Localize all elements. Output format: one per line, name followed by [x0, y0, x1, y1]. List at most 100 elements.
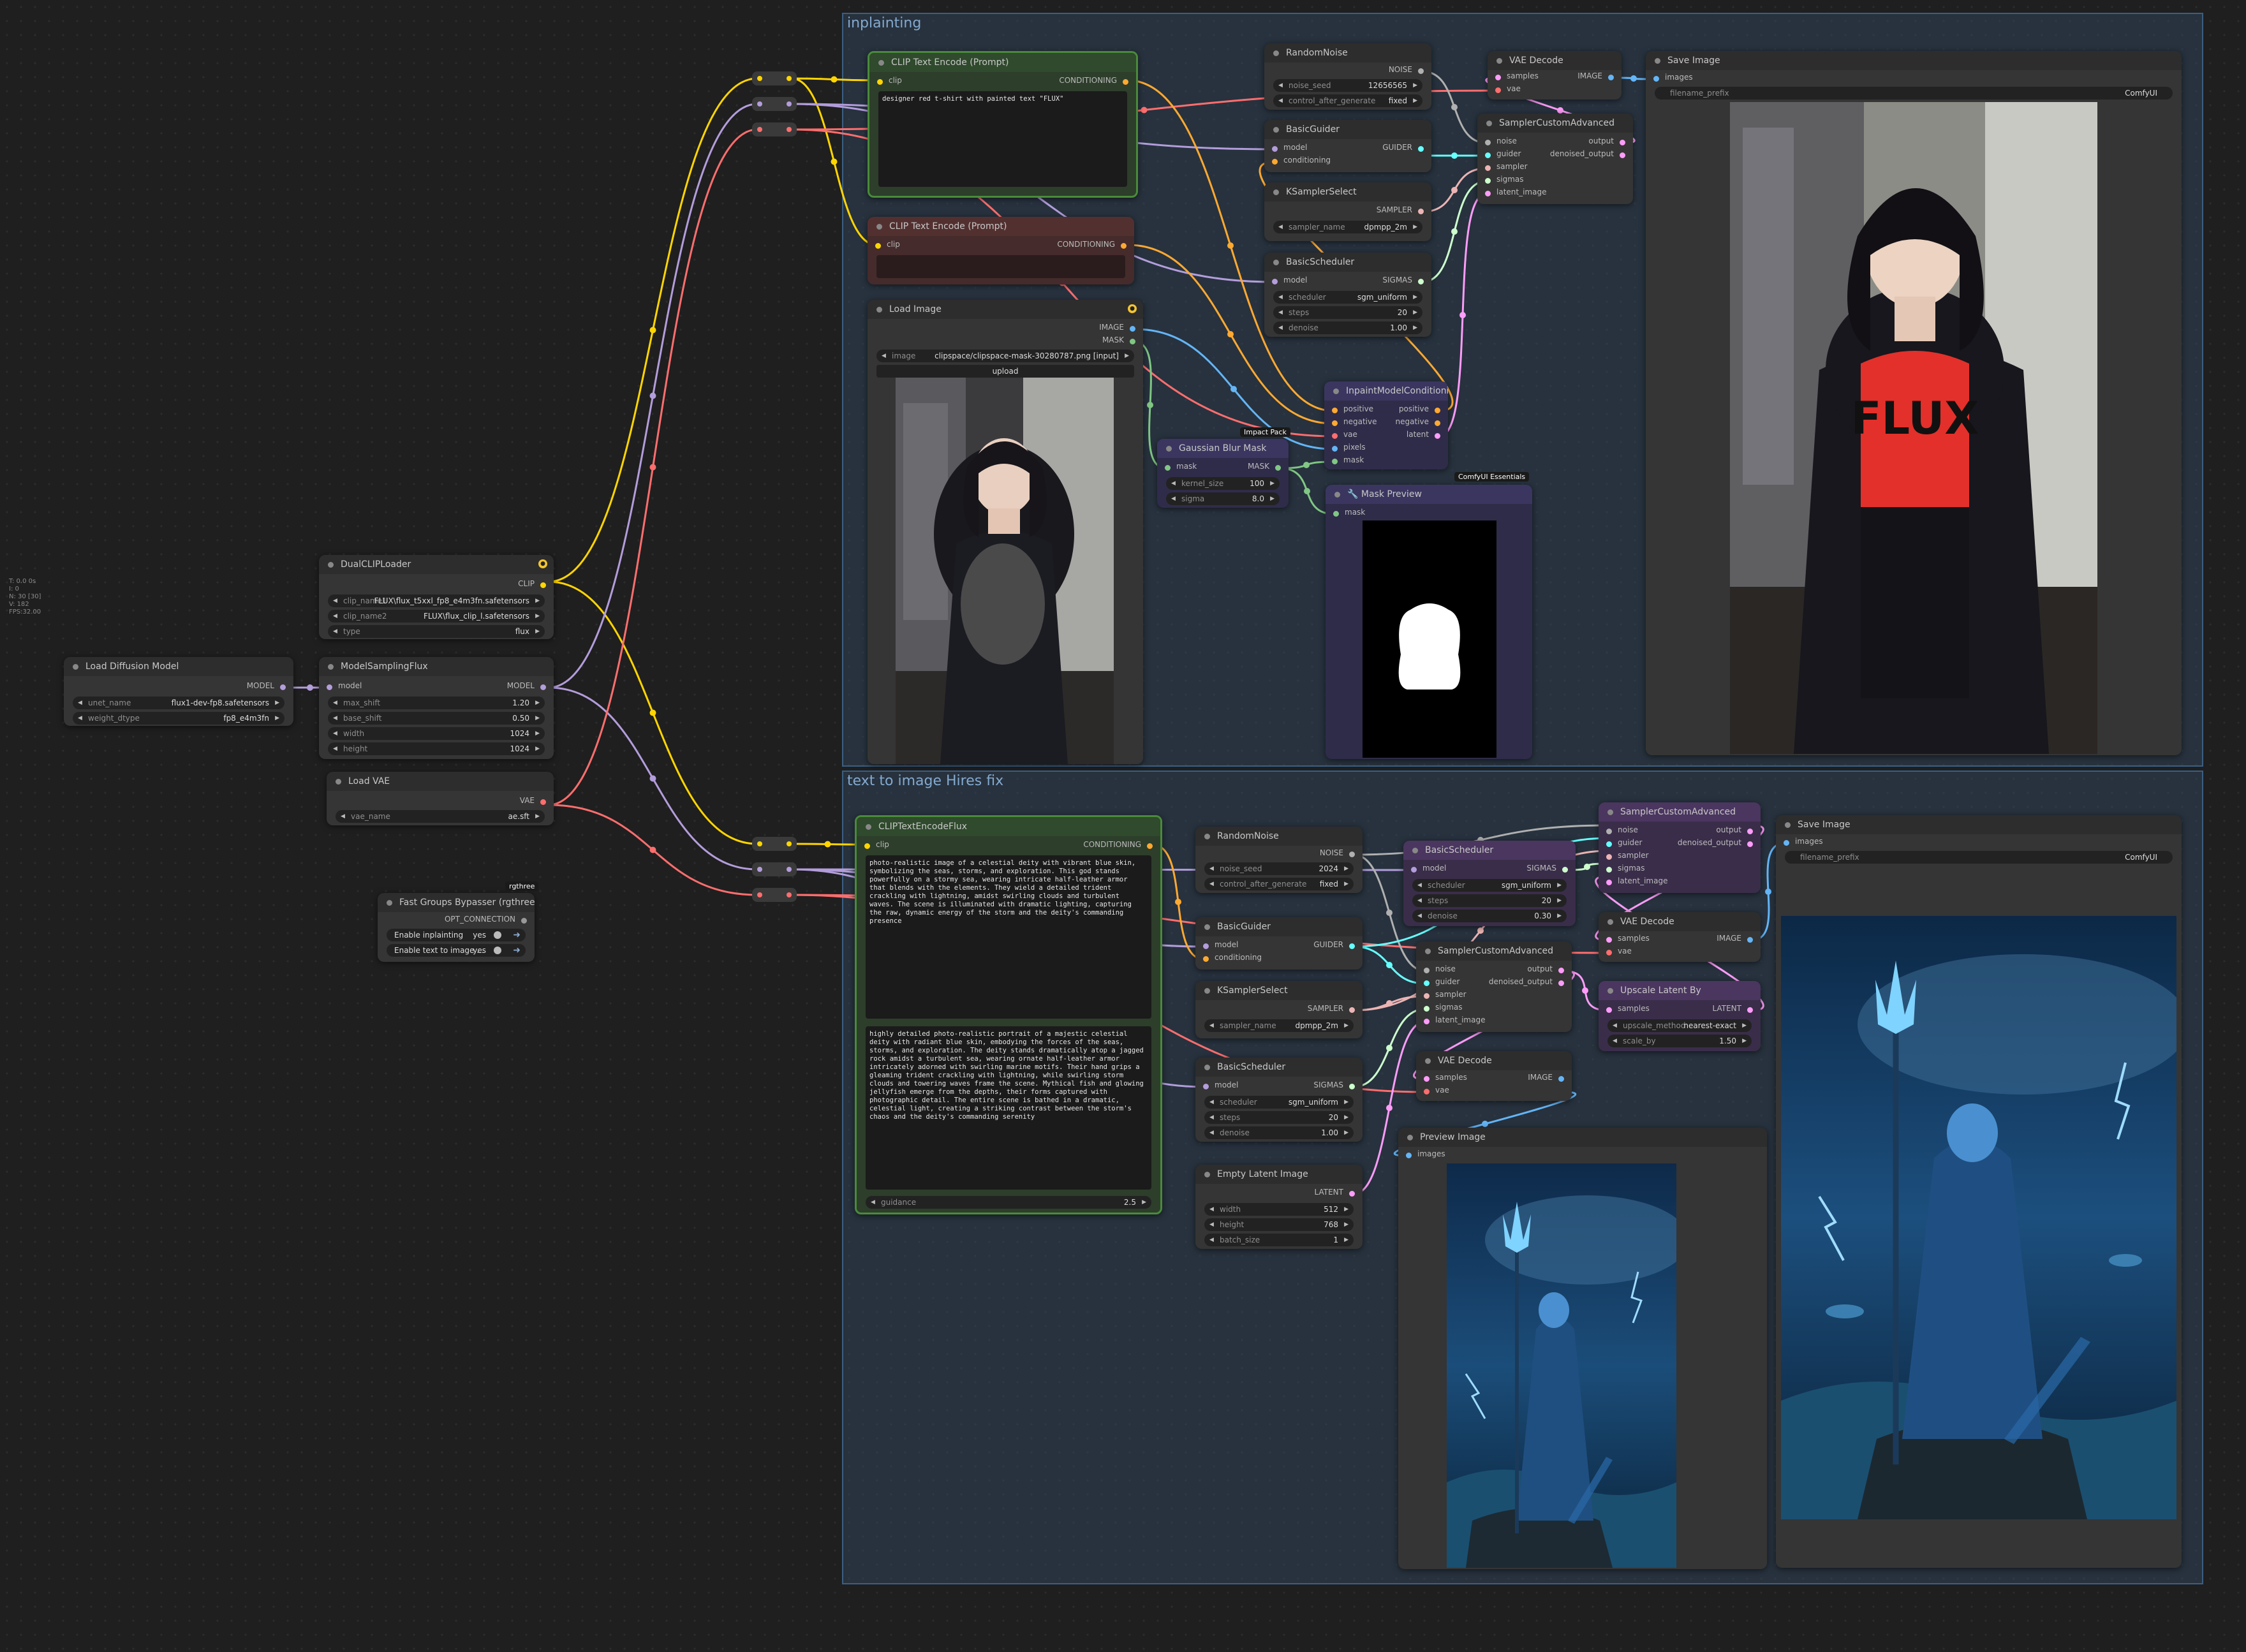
scheduler-combo[interactable]: schedulersgm_uniform — [1412, 879, 1567, 892]
unet-name-combo[interactable]: unet_nameflux1-dev-fp8.safetensors — [73, 697, 284, 709]
filename-prefix-field[interactable]: filename_prefix ComfyUI — [1785, 851, 2173, 864]
output-conditioning[interactable]: CONDITIONING — [868, 240, 1134, 253]
node-basic-guider[interactable]: BasicGuider model GUIDER conditioning — [1195, 917, 1363, 970]
output-conditioning[interactable]: CONDITIONING — [857, 840, 1160, 853]
input-vae[interactable]: vae — [1416, 1086, 1449, 1098]
output-clip[interactable]: CLIP — [319, 579, 554, 592]
input-images[interactable]: images — [1398, 1149, 1445, 1162]
output-sampler[interactable]: SAMPLER — [1264, 205, 1431, 218]
input-sigmas[interactable]: sigmas — [1477, 175, 1524, 188]
clip-name2-combo[interactable]: clip_name2FLUX\flux_clip_l.safetensors — [328, 610, 545, 623]
denoise-field[interactable]: denoise1.00 — [1204, 1126, 1354, 1139]
output-image[interactable]: IMAGE — [1599, 934, 1761, 947]
denoise-field[interactable]: denoise1.00 — [1273, 321, 1422, 334]
vae-name-combo[interactable]: vae_nameae.sft — [336, 810, 545, 823]
node-clip-text-encode-positive[interactable]: CLIP Text Encode (Prompt) clip CONDITION… — [868, 51, 1138, 198]
input-mask[interactable]: mask — [1324, 455, 1364, 468]
node-ksampler-select[interactable]: KSamplerSelect SAMPLER sampler_namedpmpp… — [1195, 981, 1363, 1038]
input-latent-image[interactable]: latent_image — [1416, 1015, 1485, 1028]
noise-seed-field[interactable]: noise_seed2024 — [1204, 862, 1354, 875]
weight-dtype-combo[interactable]: weight_dtypefp8_e4m3fn — [73, 712, 284, 725]
type-combo[interactable]: typeflux — [328, 625, 545, 638]
guidance-field[interactable]: guidance2.5 — [866, 1196, 1151, 1209]
output-negative[interactable]: negative — [1324, 417, 1448, 430]
node-basic-scheduler[interactable]: BasicScheduler model SIGMAS schedulersgm… — [1195, 1058, 1363, 1142]
node-sampler-custom-advanced[interactable]: SamplerCustomAdvanced noise output guide… — [1416, 941, 1572, 1032]
node-random-noise[interactable]: RandomNoise NOISE noise_seed2024 control… — [1195, 827, 1363, 893]
output-noise[interactable]: NOISE — [1195, 848, 1363, 861]
node-load-diffusion-model[interactable]: Load Diffusion Model MODEL unet_nameflux… — [64, 657, 293, 726]
output-conditioning[interactable]: CONDITIONING — [869, 76, 1136, 89]
node-vae-decode-hires[interactable]: VAE Decode samples IMAGE vae — [1599, 912, 1761, 962]
output-denoised[interactable]: denoised_output — [1599, 838, 1761, 851]
sigma-field[interactable]: sigma8.0 — [1166, 492, 1280, 505]
width-field[interactable]: width512 — [1204, 1203, 1354, 1216]
output-noise[interactable]: NOISE — [1264, 65, 1431, 78]
clip-name1-combo[interactable]: clip_name1FLUX\flux_t5xxl_fp8_e4m3fn.saf… — [328, 594, 545, 607]
node-load-image[interactable]: Load Image ● IMAGE MASK imageclipspace/c… — [868, 300, 1143, 764]
output-opt-connection[interactable]: OPT_CONNECTION — [378, 915, 535, 927]
node-vae-decode[interactable]: VAE Decode samples IMAGE vae — [1416, 1051, 1572, 1101]
output-image[interactable]: IMAGE — [868, 323, 1143, 336]
output-image[interactable]: IMAGE — [1488, 71, 1622, 84]
input-sampler[interactable]: sampler — [1477, 162, 1528, 175]
input-vae[interactable]: vae — [1488, 84, 1521, 97]
output-denoised[interactable]: denoised_output — [1416, 977, 1572, 990]
reroute-model[interactable] — [752, 97, 797, 111]
control-after-generate-combo[interactable]: control_after_generatefixed — [1273, 94, 1422, 107]
node-empty-latent-image[interactable]: Empty Latent Image LATENT width512 heigh… — [1195, 1165, 1363, 1249]
filename-prefix-field[interactable]: filename_prefix ComfyUI — [1655, 87, 2173, 100]
kernel-size-field[interactable]: kernel_size100 — [1166, 477, 1280, 490]
input-sigmas[interactable]: sigmas — [1599, 864, 1645, 876]
node-clip-text-encode-negative[interactable]: CLIP Text Encode (Prompt) clip CONDITION… — [868, 217, 1134, 284]
upload-button[interactable]: upload — [876, 365, 1134, 378]
image-combo[interactable]: imageclipspace/clipspace-mask-30280787.p… — [876, 350, 1134, 362]
input-images[interactable]: images — [1646, 73, 1693, 85]
height-field[interactable]: height768 — [1204, 1218, 1354, 1231]
input-pixels[interactable]: pixels — [1324, 443, 1366, 455]
sampler-name-combo[interactable]: sampler_namedpmpp_2m — [1204, 1019, 1354, 1032]
noise-seed-field[interactable]: noise_seed12656565 — [1273, 79, 1422, 92]
input-sigmas[interactable]: sigmas — [1416, 1003, 1463, 1015]
node-inpaint-model-conditioning[interactable]: InpaintModelConditioning positive positi… — [1324, 381, 1448, 469]
node-model-sampling-flux[interactable]: ModelSamplingFlux model MODEL max_shift1… — [319, 657, 554, 759]
toggle-text-to-image[interactable]: Enable text to image ... yes ➜ — [387, 944, 526, 957]
node-sampler-custom-advanced-hires[interactable]: SamplerCustomAdvanced noise output guide… — [1599, 802, 1761, 893]
output-latent[interactable]: LATENT — [1195, 1188, 1363, 1200]
clip-l-textarea[interactable]: photo-realistic image of a celestial dei… — [866, 855, 1151, 1019]
node-random-noise[interactable]: RandomNoise NOISE noise_seed12656565 con… — [1264, 43, 1431, 110]
prompt-textarea[interactable]: designer red t-shirt with painted text "… — [878, 91, 1127, 187]
output-guider[interactable]: GUIDER — [1195, 940, 1363, 953]
width-field[interactable]: width1024 — [328, 727, 545, 740]
reroute-vae[interactable] — [752, 888, 797, 902]
base-shift-field[interactable]: base_shift0.50 — [328, 712, 545, 725]
batch-size-field[interactable]: batch_size1 — [1204, 1234, 1354, 1246]
control-after-generate-combo[interactable]: control_after_generatefixed — [1204, 878, 1354, 890]
scheduler-combo[interactable]: schedulersgm_uniform — [1273, 291, 1422, 304]
node-save-image[interactable]: Save Image images filename_prefix ComfyUI… — [1646, 51, 2182, 755]
t5xxl-textarea[interactable]: highly detailed photo-realistic portrait… — [866, 1026, 1151, 1190]
node-basic-scheduler-hires[interactable]: BasicScheduler model SIGMAS schedulersgm… — [1403, 841, 1576, 926]
node-load-vae[interactable]: Load VAE VAE vae_nameae.sft — [327, 772, 554, 825]
height-field[interactable]: height1024 — [328, 742, 545, 755]
steps-field[interactable]: steps20 — [1273, 306, 1422, 319]
input-sampler[interactable]: sampler — [1416, 990, 1467, 1003]
node-ksampler-select[interactable]: KSamplerSelect SAMPLER sampler_namedpmpp… — [1264, 182, 1431, 241]
output-sigmas[interactable]: SIGMAS — [1264, 276, 1431, 288]
sampler-name-combo[interactable]: sampler_namedpmpp_2m — [1273, 221, 1422, 233]
output-mask[interactable]: MASK — [1157, 462, 1289, 475]
node-sampler-custom-advanced[interactable]: SamplerCustomAdvanced noise output guide… — [1477, 114, 1633, 204]
output-positive[interactable]: positive — [1324, 404, 1448, 417]
node-upscale-latent-by[interactable]: Upscale Latent By samples LATENT upscale… — [1599, 981, 1761, 1051]
output-output[interactable]: output — [1477, 136, 1633, 149]
scheduler-combo[interactable]: schedulersgm_uniform — [1204, 1096, 1354, 1109]
node-mask-preview[interactable]: 🔧 Mask Preview mask — [1326, 485, 1532, 759]
input-conditioning[interactable]: conditioning — [1264, 156, 1331, 168]
node-dual-clip-loader[interactable]: DualCLIPLoader ● CLIP clip_name1FLUX\flu… — [319, 555, 554, 639]
upscale-method-combo[interactable]: upscale_methodnearest-exact — [1607, 1019, 1752, 1032]
node-fast-groups-bypasser[interactable]: Fast Groups Bypasser (rgthree) OPT_CONNE… — [378, 893, 535, 962]
output-output[interactable]: output — [1599, 825, 1761, 838]
output-latent[interactable]: LATENT — [1599, 1004, 1761, 1017]
input-vae[interactable]: vae — [1599, 947, 1632, 959]
input-mask[interactable]: mask — [1326, 508, 1365, 520]
